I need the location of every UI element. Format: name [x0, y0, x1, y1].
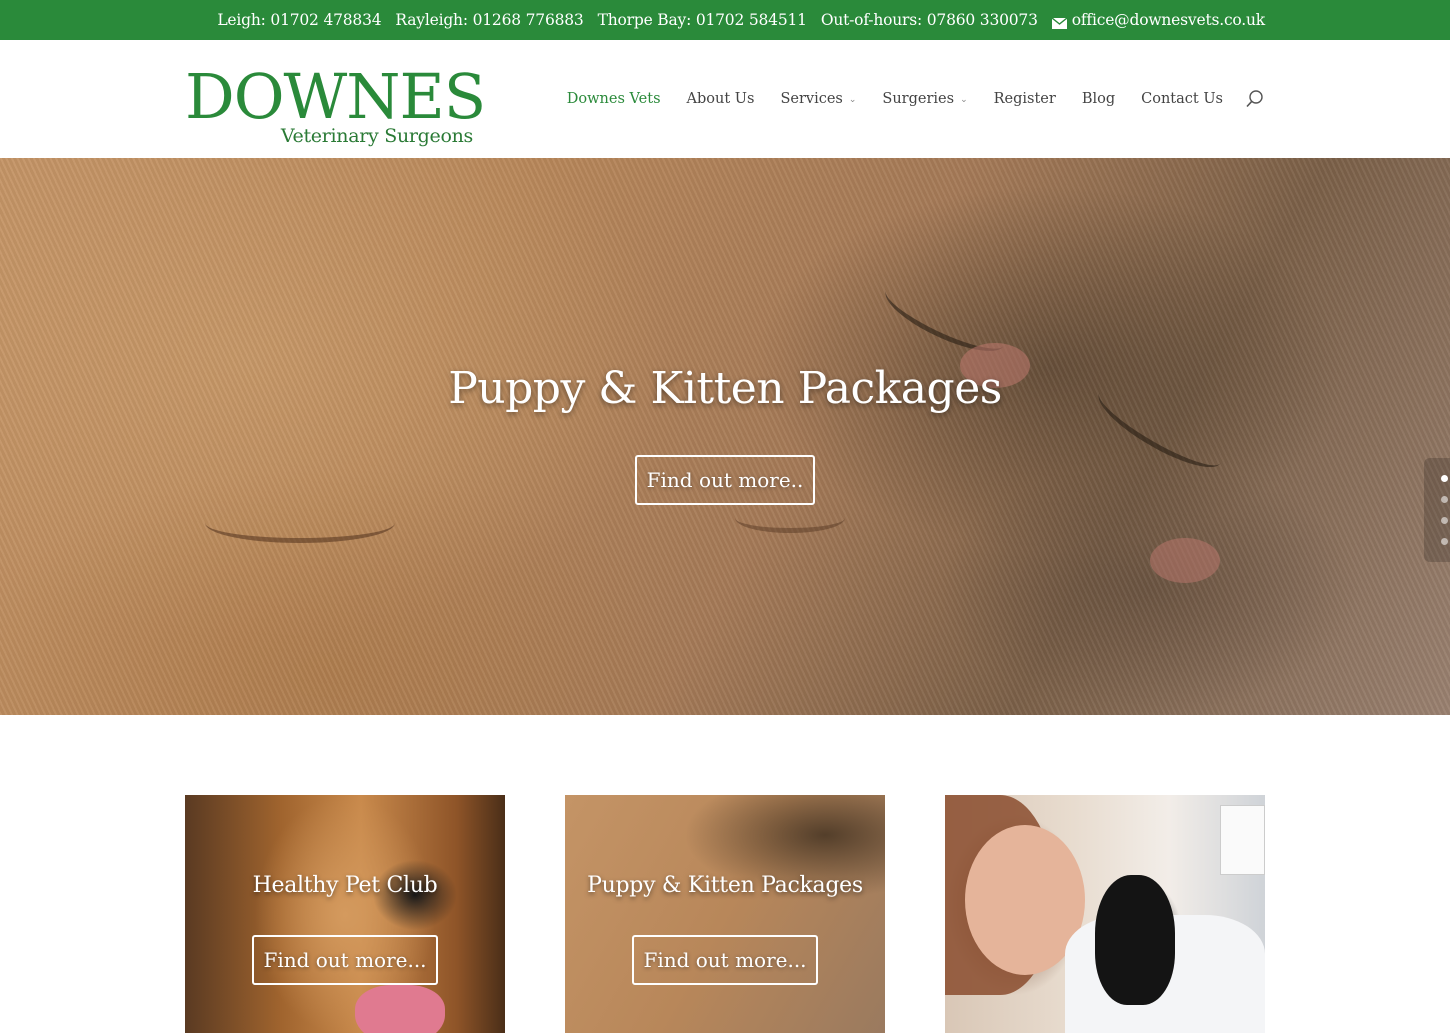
slider-dot-4[interactable]	[1441, 538, 1448, 545]
search-icon[interactable]	[1245, 89, 1265, 109]
hero-find-out-more-button[interactable]: Find out more..	[635, 455, 815, 505]
hero-image-detail	[205, 503, 395, 543]
logo-wordmark: DOWNES	[185, 60, 486, 133]
email-text: office@downesvets.co.uk	[1071, 11, 1265, 29]
card-find-out-more-button[interactable]: Find out more...	[632, 935, 818, 985]
card-puppy-kitten-packages: Puppy & Kitten Packages Find out more...	[565, 795, 885, 1033]
hero-image-detail	[735, 503, 845, 533]
phone-out-of-hours[interactable]: Out-of-hours: 07860 330073	[821, 11, 1038, 29]
card-image-detail	[355, 985, 445, 1033]
site-logo[interactable]: DOWNES Veterinary Surgeons	[185, 62, 486, 150]
nav-item-about-us[interactable]: About Us	[687, 91, 755, 107]
slider-dot-1[interactable]	[1441, 475, 1448, 482]
nav-item-downes-vets[interactable]: Downes Vets	[567, 91, 661, 107]
nav-item-services[interactable]: Services ⌄	[780, 91, 856, 107]
envelope-icon	[1051, 15, 1068, 29]
phone-thorpe-bay[interactable]: Thorpe Bay: 01702 584511	[598, 11, 807, 29]
logo-subtitle: Veterinary Surgeons	[280, 125, 473, 147]
card-find-out-more-button[interactable]: Find out more...	[252, 935, 438, 985]
slider-pagination	[1424, 458, 1450, 562]
card-healthy-pet-club: Healthy Pet Club Find out more...	[185, 795, 505, 1033]
phone-rayleigh[interactable]: Rayleigh: 01268 776883	[395, 11, 583, 29]
nav-item-register[interactable]: Register	[994, 91, 1056, 107]
hero-slider: Puppy & Kitten Packages Find out more..	[0, 158, 1450, 715]
hero-title: Puppy & Kitten Packages	[448, 363, 1002, 414]
main-nav: Downes Vets About Us Services ⌄ Surgeries…	[567, 40, 1265, 158]
card-title: Puppy & Kitten Packages	[587, 873, 863, 898]
hero-image-detail	[1150, 538, 1220, 583]
phone-leigh[interactable]: Leigh: 01702 478834	[217, 11, 381, 29]
nav-item-blog[interactable]: Blog	[1082, 91, 1115, 107]
card-image-detail	[1220, 805, 1265, 875]
slider-dot-2[interactable]	[1441, 496, 1448, 503]
email-link[interactable]: office@downesvets.co.uk	[1051, 11, 1265, 29]
card-title: Healthy Pet Club	[252, 873, 438, 898]
nav-item-contact-us[interactable]: Contact Us	[1141, 91, 1223, 107]
chevron-down-icon: ⌄	[848, 95, 857, 105]
top-contact-bar: Leigh: 01702 478834 Rayleigh: 01268 7768…	[0, 0, 1450, 40]
site-header: DOWNES Veterinary Surgeons Downes Vets A…	[0, 40, 1450, 158]
slider-dot-3[interactable]	[1441, 517, 1448, 524]
nav-item-surgeries[interactable]: Surgeries ⌄	[882, 91, 967, 107]
chevron-down-icon: ⌄	[960, 95, 968, 105]
card-image-detail	[1095, 875, 1175, 1005]
card-vet-with-kitten-photo	[945, 795, 1265, 1033]
